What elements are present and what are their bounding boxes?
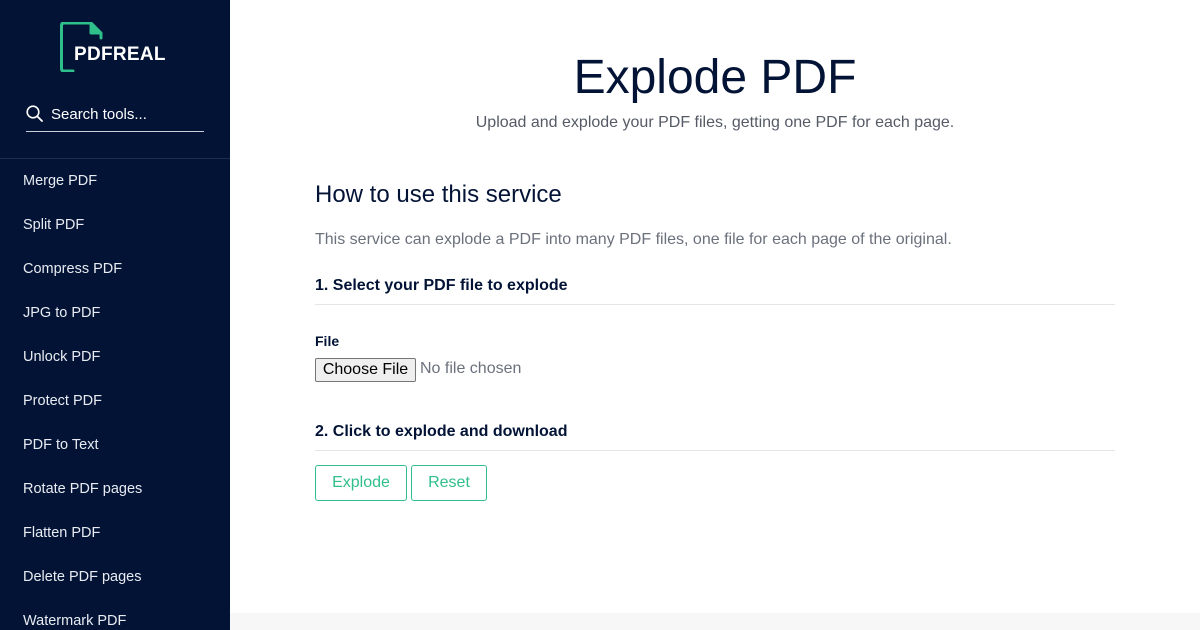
sidebar-item-pdf-to-text[interactable]: PDF to Text [0, 423, 230, 467]
sidebar-item-split-pdf[interactable]: Split PDF [0, 203, 230, 247]
search-box [26, 100, 204, 132]
sidebar-item-delete-pdf-pages[interactable]: Delete PDF pages [0, 555, 230, 599]
sidebar-item-jpg-to-pdf[interactable]: JPG to PDF [0, 291, 230, 335]
file-status-text: No file chosen [420, 360, 522, 377]
howto-description: This service can explode a PDF into many… [315, 231, 952, 248]
main-content: Explode PDF Upload and explode your PDF … [230, 0, 1200, 630]
sidebar-item-protect-pdf[interactable]: Protect PDF [0, 379, 230, 423]
sidebar-item-unlock-pdf[interactable]: Unlock PDF [0, 335, 230, 379]
app-root: PDFREAL Merge PDF Split PDF Compress PDF… [0, 0, 1200, 630]
step2-title: 2. Click to explode and download [315, 423, 1115, 451]
sidebar-item-compress-pdf[interactable]: Compress PDF [0, 247, 230, 291]
step1-title: 1. Select your PDF file to explode [315, 277, 1115, 305]
explode-button[interactable]: Explode [315, 465, 407, 501]
sidebar-item-merge-pdf[interactable]: Merge PDF [0, 159, 230, 203]
sidebar-item-watermark-pdf[interactable]: Watermark PDF [0, 599, 230, 630]
howto-title: How to use this service [315, 181, 562, 208]
sidebar: PDFREAL Merge PDF Split PDF Compress PDF… [0, 0, 230, 630]
sidebar-item-flatten-pdf[interactable]: Flatten PDF [0, 511, 230, 555]
file-label: File [315, 333, 340, 349]
page-subtitle: Upload and explode your PDF files, getti… [475, 114, 955, 131]
sidebar-item-rotate-pdf-pages[interactable]: Rotate PDF pages [0, 467, 230, 511]
search-input[interactable] [51, 103, 201, 125]
choose-file-button[interactable]: Choose File [315, 358, 416, 382]
reset-button[interactable]: Reset [411, 465, 487, 501]
search-icon [26, 105, 43, 122]
footer-strip [230, 613, 1200, 630]
page-title: Explode PDF [573, 51, 857, 104]
brand-name: PDFREAL [74, 44, 166, 65]
sidebar-nav: Merge PDF Split PDF Compress PDF JPG to … [0, 159, 230, 630]
brand-logo[interactable]: PDFREAL [60, 22, 180, 72]
